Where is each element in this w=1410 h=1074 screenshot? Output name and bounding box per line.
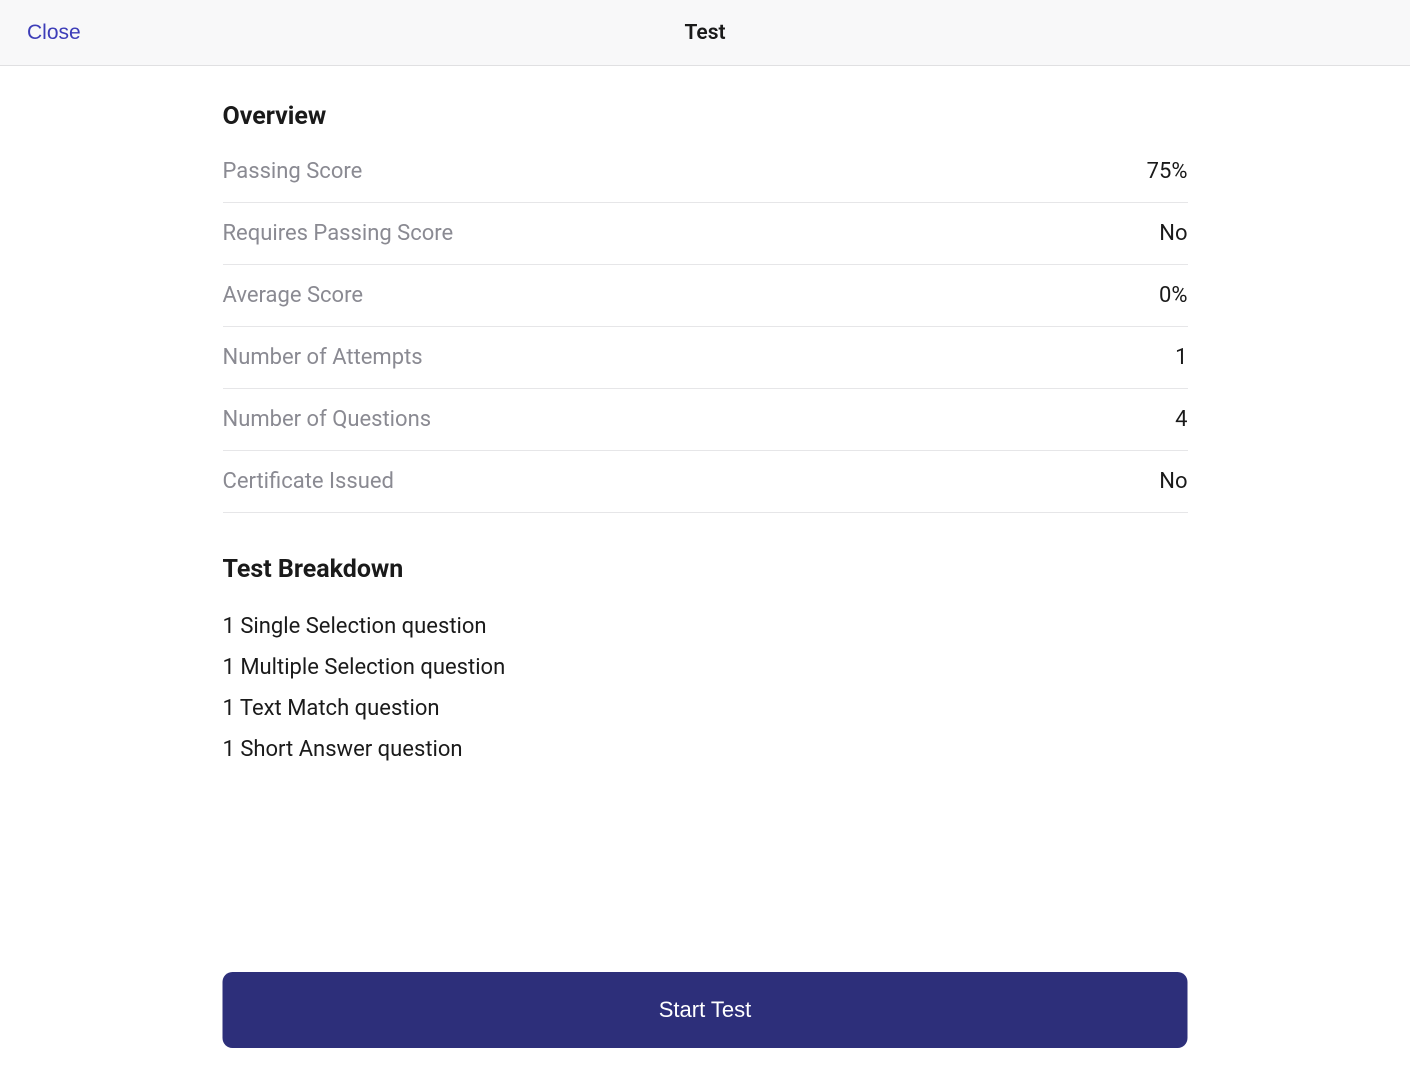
row-value: No bbox=[1159, 221, 1187, 246]
overview-heading: Overview bbox=[223, 102, 1188, 131]
overview-row-questions: Number of Questions 4 bbox=[223, 389, 1188, 451]
breakdown-heading: Test Breakdown bbox=[223, 555, 1188, 584]
breakdown-item: 1 Single Selection question bbox=[223, 606, 1188, 647]
overview-row-certificate: Certificate Issued No bbox=[223, 451, 1188, 513]
row-label: Number of Questions bbox=[223, 407, 432, 432]
row-label: Certificate Issued bbox=[223, 469, 394, 494]
row-value: 1 bbox=[1175, 345, 1187, 370]
row-value: No bbox=[1159, 469, 1187, 494]
start-test-button[interactable]: Start Test bbox=[223, 972, 1188, 1048]
overview-row-attempts: Number of Attempts 1 bbox=[223, 327, 1188, 389]
row-value: 75% bbox=[1147, 159, 1188, 184]
row-label: Average Score bbox=[223, 283, 364, 308]
row-label: Passing Score bbox=[223, 159, 363, 184]
page-title: Test bbox=[684, 21, 725, 45]
row-value: 4 bbox=[1175, 407, 1187, 432]
overview-row-requires-passing: Requires Passing Score No bbox=[223, 203, 1188, 265]
breakdown-item: 1 Text Match question bbox=[223, 688, 1188, 729]
row-value: 0% bbox=[1159, 283, 1187, 308]
overview-row-passing-score: Passing Score 75% bbox=[223, 159, 1188, 203]
close-button[interactable]: Close bbox=[27, 21, 81, 45]
breakdown-item: 1 Short Answer question bbox=[223, 729, 1188, 770]
footer-area: Start Test bbox=[223, 972, 1188, 1048]
row-label: Number of Attempts bbox=[223, 345, 423, 370]
modal-header: Close Test bbox=[0, 0, 1410, 66]
overview-row-average-score: Average Score 0% bbox=[223, 265, 1188, 327]
breakdown-item: 1 Multiple Selection question bbox=[223, 647, 1188, 688]
content-area: Overview Passing Score 75% Requires Pass… bbox=[223, 66, 1188, 770]
breakdown-section: Test Breakdown 1 Single Selection questi… bbox=[223, 555, 1188, 770]
row-label: Requires Passing Score bbox=[223, 221, 454, 246]
